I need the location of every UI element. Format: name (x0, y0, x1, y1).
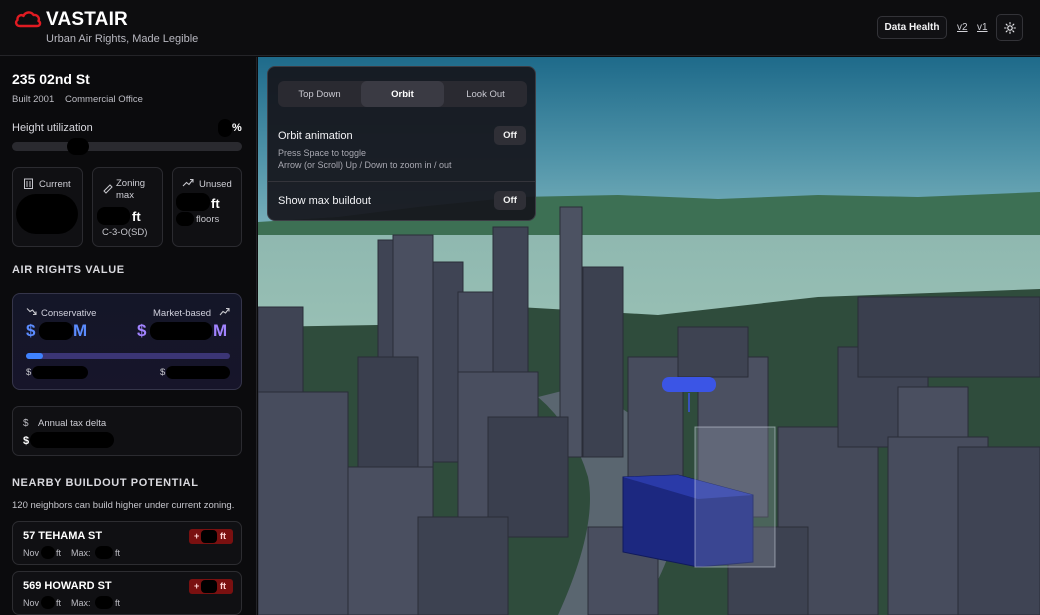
redacted-value (97, 207, 130, 225)
redacted-value (201, 580, 217, 593)
market-suffix: M (213, 321, 228, 340)
trend-up-icon (219, 307, 230, 319)
zoning-unit: ft (132, 209, 141, 224)
range-low-prefix: $ (26, 367, 32, 378)
app-header: VASTAIR Urban Air Rights, Made Legible D… (0, 0, 1040, 56)
air-rights-value-card: Conservative Market-based $ M $ M $ $ (12, 293, 242, 390)
unused-floors: floors (196, 214, 220, 225)
redacted-value (16, 194, 78, 234)
gain-badge: + ft (189, 529, 233, 544)
property-sidebar: 235 02nd St Built 2001 Commercial Office… (0, 57, 257, 615)
nearby-section-title: NEARBY BUILDOUT POTENTIAL (12, 477, 199, 489)
max-buildout-label: Show max buildout (278, 195, 371, 207)
zoning-max-card: Zoning max ft C-3-O(SD) (92, 167, 163, 247)
view-mode-segmented-control: Top Down Orbit Look Out (278, 81, 527, 107)
max-buildout-toggle[interactable]: Off (494, 191, 526, 210)
value-range-fill (26, 353, 43, 359)
conservative-label: Conservative (41, 308, 97, 319)
ruler-icon (103, 184, 113, 197)
conservative-suffix: M (73, 321, 88, 340)
redacted-value (95, 546, 113, 559)
zoning-label-1: Zoning (116, 178, 146, 189)
conservative-currency: $ (26, 321, 36, 340)
percent-symbol: % (232, 122, 242, 134)
building-icon (23, 178, 34, 192)
redacted-value (32, 366, 88, 379)
orbit-help-line-2: Arrow (or Scroll) Up / Down to zoom in /… (278, 160, 452, 170)
redacted-value (166, 366, 230, 379)
redacted-value (150, 322, 212, 340)
property-use: Commercial Office (65, 94, 143, 105)
theme-toggle-button[interactable] (996, 14, 1023, 41)
nearby-max-label: Max: (71, 548, 91, 558)
unused-height-card: Unused ft floors (172, 167, 242, 247)
height-utilization-label: Height utilization (12, 122, 93, 134)
property-address: 235 02nd St (12, 71, 90, 87)
value-range-bar (26, 353, 230, 359)
nearby-now-unit: ft (56, 548, 62, 558)
nearby-max-unit: ft (115, 598, 121, 608)
view-mode-look-out[interactable]: Look Out (444, 81, 527, 107)
gain-badge: + ft (189, 579, 233, 594)
nearby-item-name: 569 HOWARD ST (23, 580, 112, 592)
brand-name: VASTAIR (46, 9, 128, 30)
tax-prefix: $ (23, 435, 30, 447)
orbit-help-line-1: Press Space to toggle (278, 148, 367, 158)
nearby-max-unit: ft (115, 548, 121, 558)
height-utilization-redacted (67, 138, 89, 155)
unused-unit: ft (211, 196, 220, 211)
redacted-value (41, 596, 55, 609)
orbit-animation-toggle[interactable]: Off (494, 126, 526, 145)
market-based-label: Market-based (153, 308, 212, 319)
current-height-card: Current (12, 167, 83, 247)
redacted-value (95, 596, 113, 609)
zoning-code: C-3-O(SD) (102, 227, 148, 238)
view-mode-top-down[interactable]: Top Down (278, 81, 361, 107)
view-mode-orbit[interactable]: Orbit (361, 81, 444, 107)
tax-delta-card: $ Annual tax delta $ (12, 406, 242, 456)
built-year: Built 2001 (12, 94, 55, 105)
cloud-logo-icon (14, 11, 42, 28)
version-v1-link[interactable]: v1 (977, 22, 988, 33)
trend-up-icon (182, 178, 194, 190)
market-currency: $ (137, 321, 147, 340)
redacted-value (30, 432, 114, 448)
tax-delta-label: Annual tax delta (38, 418, 107, 429)
panel-divider (268, 181, 535, 182)
range-high-prefix: $ (160, 367, 166, 378)
air-rights-section-title: AIR RIGHTS VALUE (12, 264, 125, 276)
nearby-item[interactable]: 57 TEHAMA ST Nov ft Max: ft + ft (12, 521, 242, 565)
redacted-value (41, 546, 55, 559)
version-v2-link[interactable]: v2 (957, 22, 968, 33)
redacted-value (176, 212, 194, 226)
unused-label: Unused (199, 179, 232, 190)
nearby-now-unit: ft (56, 598, 62, 608)
nearby-max-label: Max: (71, 598, 91, 608)
current-label: Current (39, 179, 71, 190)
height-utilization-bar (12, 142, 242, 151)
nearby-now-label: Nov (23, 598, 40, 608)
data-health-button[interactable]: Data Health (877, 16, 947, 39)
gain-unit: ft (220, 581, 226, 591)
redacted-value (39, 322, 73, 340)
nearby-now-label: Nov (23, 548, 40, 558)
nearby-item-name: 57 TEHAMA ST (23, 530, 103, 542)
trend-down-icon (26, 307, 37, 319)
brand-tagline: Urban Air Rights, Made Legible (46, 33, 199, 45)
sun-icon (1003, 21, 1016, 34)
gain-plus: + (194, 531, 200, 541)
zoning-label-2: max (116, 190, 134, 201)
redacted-value (218, 119, 232, 137)
redacted-value (176, 193, 210, 211)
redacted-value (201, 530, 217, 543)
orbit-animation-label: Orbit animation (278, 130, 353, 142)
nearby-item[interactable]: 569 HOWARD ST Nov ft Max: ft + ft (12, 571, 242, 615)
gain-plus: + (194, 581, 200, 591)
dollar-icon: $ (23, 418, 29, 429)
gain-unit: ft (220, 531, 226, 541)
nearby-subtitle: 120 neighbors can build higher under cur… (12, 500, 235, 511)
